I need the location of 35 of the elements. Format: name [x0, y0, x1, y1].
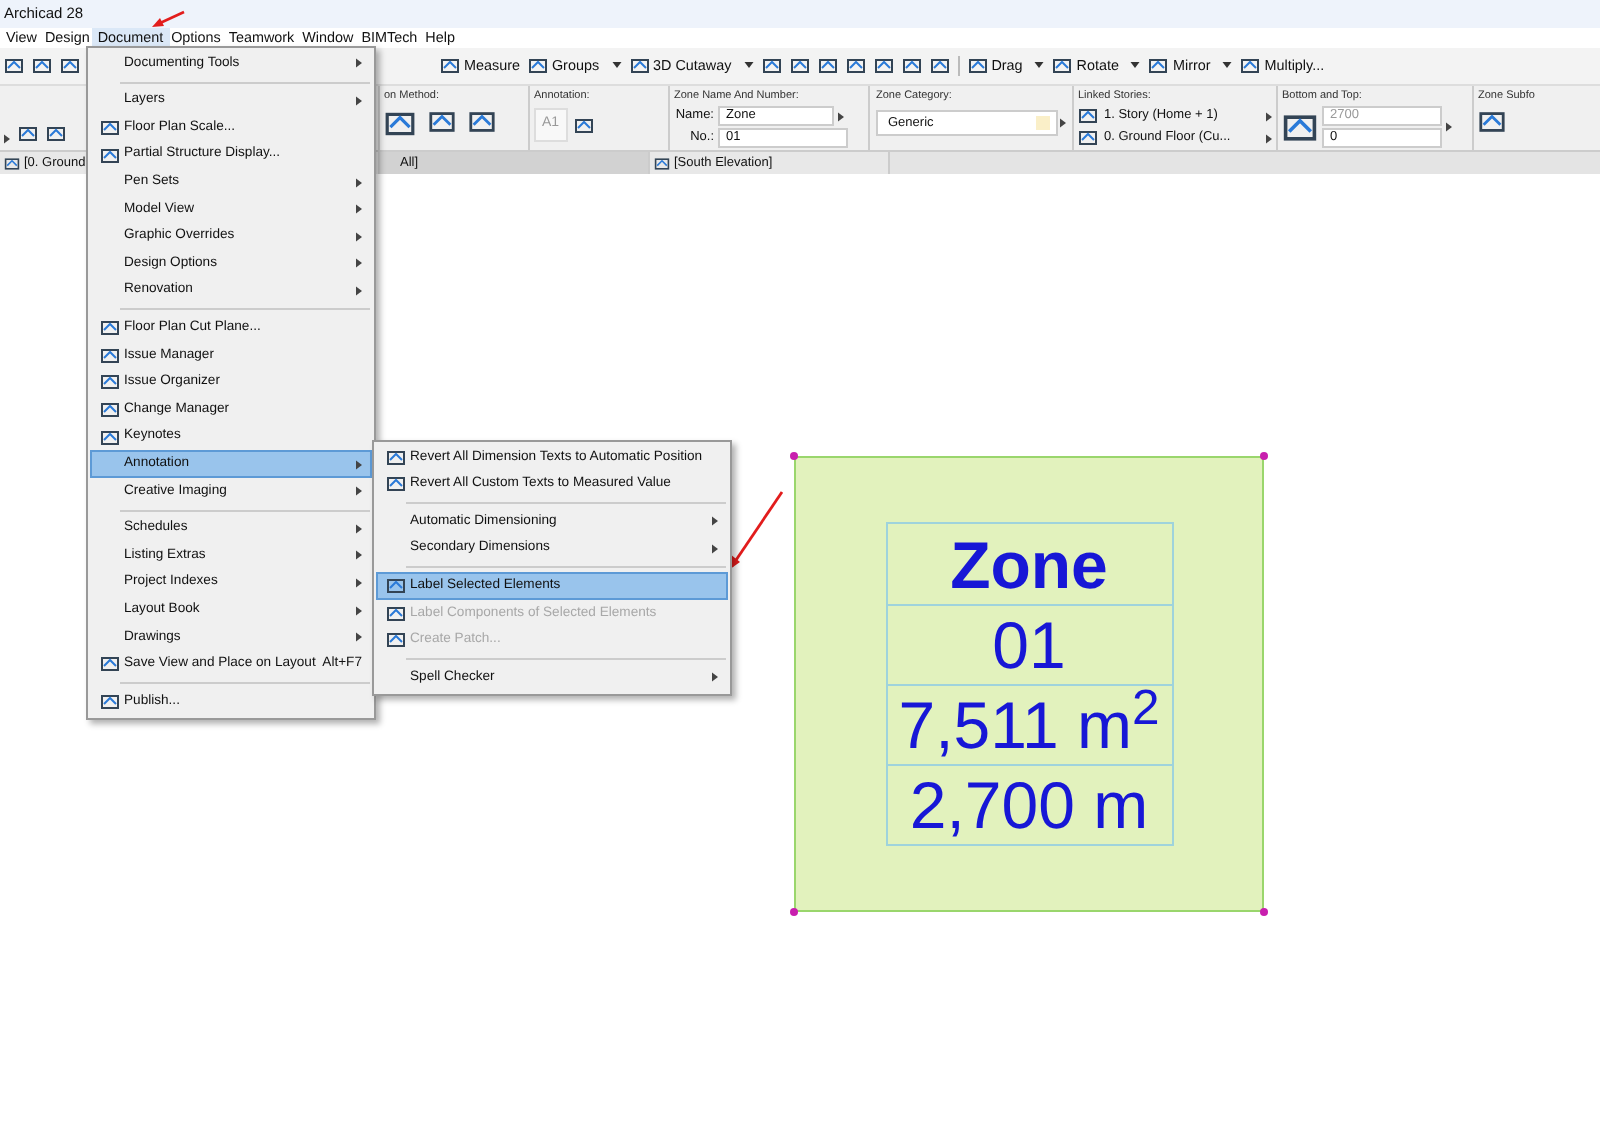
caret-icon [1130, 62, 1141, 69]
caret-icon [356, 177, 362, 188]
caret-icon [356, 577, 362, 588]
caret-icon [611, 62, 622, 69]
caret-icon [356, 486, 362, 497]
caret-icon [356, 550, 362, 561]
caret-icon [1034, 62, 1045, 69]
caret-icon [356, 632, 362, 643]
zone-stamp-text: Zone [950, 531, 1108, 597]
caret-icon [356, 459, 362, 470]
caret-icon [356, 204, 362, 215]
zone-vertex[interactable] [1260, 908, 1268, 916]
caret-icon [356, 58, 362, 69]
zone-vertex[interactable] [1260, 452, 1268, 460]
caret-icon [838, 111, 844, 122]
zone-vertex[interactable] [790, 908, 798, 916]
caret-icon [356, 523, 362, 534]
caret-icon [356, 258, 362, 269]
arrow-drawing [150, 10, 186, 28]
caret-icon [356, 231, 362, 242]
caret-icon [356, 605, 362, 616]
caret-icon [4, 134, 10, 144]
caret-icon [712, 516, 718, 527]
caret-icon [712, 672, 718, 683]
caret-icon [356, 286, 362, 297]
category-swatch [1036, 116, 1050, 131]
caret-icon [1222, 62, 1233, 69]
zone-stamp-text: 7,511 m$^{2}$ [898, 692, 1160, 758]
caret-icon [1446, 122, 1452, 133]
zone-stamp-text: 01 [992, 612, 1066, 678]
caret-icon [743, 62, 754, 69]
caret-icon [356, 95, 362, 106]
zone-stamp-text: 2,700 m [909, 772, 1149, 838]
caret-icon [712, 544, 718, 555]
zone-vertex[interactable] [790, 452, 798, 460]
